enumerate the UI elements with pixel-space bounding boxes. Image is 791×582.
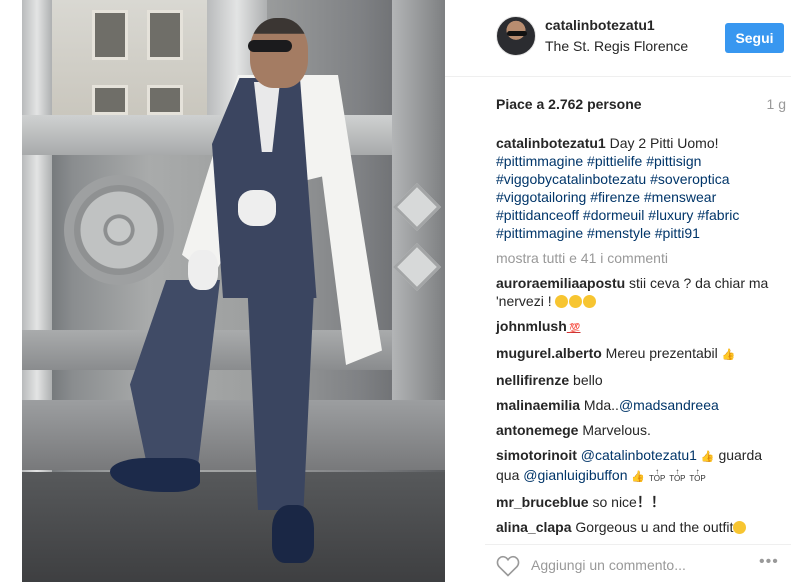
photo-head	[250, 18, 308, 88]
comment-item: simotorinoit @catalinbotezatu1 👍 guarda …	[496, 446, 786, 486]
comment-username[interactable]: auroraemiliaapostu	[496, 275, 625, 291]
comment-mention[interactable]: @madsandreea	[619, 397, 719, 413]
hashtag-link[interactable]: #dormeuil	[583, 207, 644, 223]
hashtag-link[interactable]: #viggobycatalinbotezatu	[496, 171, 646, 187]
thumbs-up-icon: 👍	[721, 349, 736, 361]
photo-base	[22, 400, 445, 470]
top-arrow-icon: ↑ TOP	[689, 467, 706, 483]
add-comment-input[interactable]	[531, 554, 751, 576]
photo-window	[92, 10, 128, 60]
photo-shoe	[272, 505, 314, 563]
hashtag-link[interactable]: #pittidanceoff	[496, 207, 579, 223]
comment-username[interactable]: simotorinoit	[496, 447, 577, 463]
post-time[interactable]: 1 g	[767, 96, 786, 112]
comment-text: Mda..	[580, 397, 619, 413]
follow-button[interactable]: Segui	[725, 23, 784, 53]
photo-glove	[238, 190, 276, 226]
comment-username[interactable]: malinaemilia	[496, 397, 580, 413]
hashtag-link[interactable]: #menswear	[644, 189, 716, 205]
photo-column	[392, 0, 445, 460]
hundred-emoji-icon: 💯	[566, 323, 581, 333]
post-header: catalinbotezatu1 The St. Regis Florence …	[445, 0, 791, 77]
comment-username[interactable]: mr_bruceblue	[496, 494, 589, 510]
hashtag-link[interactable]: #pitti91	[655, 225, 700, 241]
comment-item: mugurel.alberto Mereu prezentabil 👍	[496, 344, 786, 364]
comment-text: Marvelous.	[578, 422, 651, 438]
photo-glove	[188, 250, 218, 290]
comment-text: Gorgeous u and the outfit	[571, 519, 734, 535]
laughing-emoji-icon	[569, 295, 583, 308]
hashtag-link[interactable]: #menstyle	[587, 225, 651, 241]
load-more-comments[interactable]: mostra tutti e 41 i commenti	[496, 250, 668, 266]
top-arrow-icon: ↑ TOP	[669, 467, 686, 483]
exclamation-marks: ！！	[636, 494, 665, 510]
comment-text: bello	[569, 372, 603, 388]
more-options-icon[interactable]: •••	[759, 553, 779, 571]
top-arrow-icon: ↑ TOP	[649, 467, 666, 483]
comment-item: antonemege Marvelous.	[496, 421, 786, 439]
comment-item: alina_clapa Gorgeous u and the outfit	[496, 518, 786, 536]
likes-count[interactable]: Piace a 2.762 persone	[496, 96, 642, 112]
comment-mention[interactable]: @gianluigibuffon	[523, 467, 627, 483]
photo-window	[147, 85, 183, 115]
post-caption: catalinbotezatu1 Day 2 Pitti Uomo! #pitt…	[496, 134, 786, 242]
comment-username[interactable]: antonemege	[496, 422, 578, 438]
post-photo[interactable]	[22, 0, 445, 582]
post-details-panel: catalinbotezatu1 The St. Regis Florence …	[445, 0, 791, 582]
photo-rosette	[64, 175, 174, 285]
hashtag-link[interactable]: #viggotailoring	[496, 189, 586, 205]
laughing-emoji-icon	[583, 295, 597, 308]
caption-text: Day 2 Pitti Uomo!	[605, 135, 719, 151]
thumbs-up-icon: 👍	[700, 451, 715, 463]
post-actions-footer: •••	[485, 544, 791, 582]
likes-row: Piace a 2.762 persone 1 g	[496, 96, 786, 116]
photo-window	[147, 10, 183, 60]
comment-list: auroraemiliaapostu stii ceva ? da chiar …	[496, 274, 786, 543]
comment-text: so nice	[588, 494, 637, 510]
comment-username[interactable]: johnmlush	[496, 318, 567, 334]
comment-username[interactable]: mugurel.alberto	[496, 345, 602, 361]
comment-username[interactable]: alina_clapa	[496, 519, 572, 535]
comment-item: auroraemiliaapostu stii ceva ? da chiar …	[496, 274, 786, 310]
thumbs-up-icon: 👍	[631, 471, 646, 483]
comment-item: malinaemilia Mda..@madsandreea	[496, 396, 786, 414]
hashtag-link[interactable]: #fabric	[697, 207, 739, 223]
location-link[interactable]: The St. Regis Florence	[545, 38, 688, 54]
comment-item: mr_bruceblue so nice！！	[496, 493, 786, 511]
comment-mention[interactable]: @catalinbotezatu1	[581, 447, 697, 463]
hashtag-link[interactable]: #luxury	[648, 207, 693, 223]
hashtag-link[interactable]: #pittielife	[587, 153, 642, 169]
heart-outline-icon[interactable]	[496, 555, 520, 577]
page-margin	[0, 0, 22, 582]
hashtag-link[interactable]: #pittimmagine	[496, 225, 583, 241]
photo-sunglasses	[248, 40, 292, 52]
comment-item: nellifirenze bello	[496, 371, 786, 389]
avatar[interactable]	[496, 16, 536, 56]
comment-text: Mereu prezentabil	[601, 345, 722, 361]
username-link[interactable]: catalinbotezatu1	[545, 17, 655, 33]
photo-window	[92, 85, 128, 115]
hashtag-link[interactable]: #soveroptica	[650, 171, 729, 187]
caption-hashtags: #pittimmagine #pittielife #pittisign #vi…	[496, 153, 739, 241]
caption-username[interactable]: catalinbotezatu1	[496, 135, 606, 151]
hashtag-link[interactable]: #pittimmagine	[496, 153, 583, 169]
hashtag-link[interactable]: #firenze	[590, 189, 640, 205]
laughing-emoji-icon	[555, 295, 569, 308]
hashtag-link[interactable]: #pittisign	[646, 153, 701, 169]
comment-item: johnmlush 💯	[496, 317, 786, 337]
comment-username[interactable]: nellifirenze	[496, 372, 569, 388]
photo-ground	[22, 472, 445, 582]
smiling-emoji-icon	[733, 521, 747, 534]
